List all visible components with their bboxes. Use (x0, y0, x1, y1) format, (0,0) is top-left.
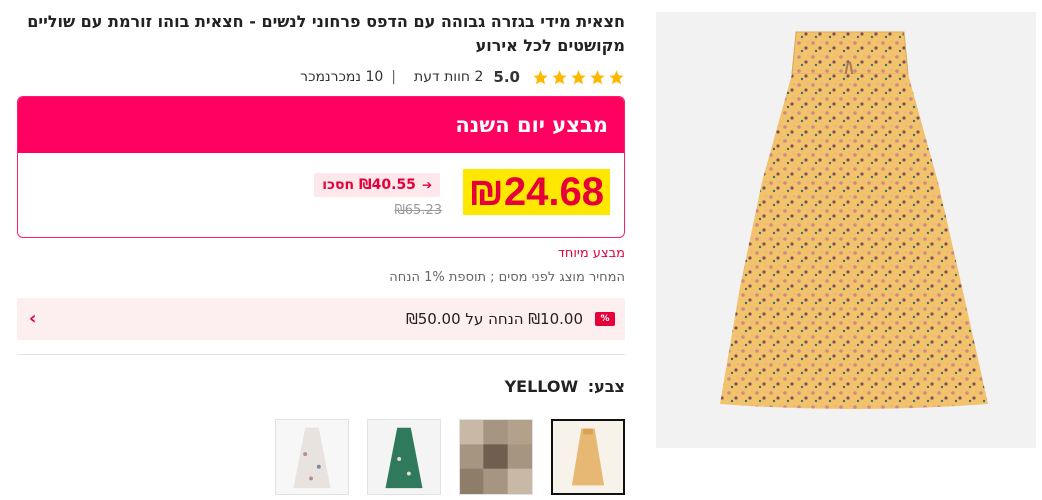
savings-badge: ➔ ₪40.55 חסכו (314, 173, 440, 197)
swatch-brown-plaid[interactable] (459, 419, 533, 495)
divider (17, 354, 625, 355)
product-info: חצאית מידי בגזרה גבוהה עם הדפס פרחוני לנ… (17, 10, 625, 495)
star-icon (571, 69, 586, 84)
star-icon (533, 69, 548, 84)
down-arrow-icon: ➔ (421, 178, 432, 192)
original-price: ₪65.23 (394, 203, 442, 218)
separator: | (391, 69, 397, 85)
tax-note: המחיר מוצג לפני מסים ; תוספת 1% הנחה (389, 270, 625, 285)
star-icon (590, 69, 605, 84)
rating-value: 5.0 (493, 68, 520, 86)
coupon-bar[interactable]: % ₪10.00 הנחה על ₪50.00 › (17, 298, 625, 340)
reviews-link[interactable]: 2 חוות דעת (414, 69, 483, 85)
rating-stars[interactable] (532, 69, 625, 86)
special-deal-label: מבצע מיוחד (557, 246, 625, 261)
sold-count: 10 נמכרנמכר (300, 69, 384, 85)
swatch-yellow[interactable] (551, 419, 625, 495)
deal-title: מבצע יום השנה (455, 113, 608, 137)
color-value: YELLOW (504, 377, 579, 396)
color-selector-label: צבע: YELLOW (17, 377, 625, 399)
current-price: ₪24.68 (462, 169, 610, 215)
savings-amount: ₪40.55 חסכו (322, 177, 416, 193)
star-icon (552, 69, 567, 84)
swatch-green[interactable] (367, 419, 441, 495)
deal-body: ₪24.68 ➔ ₪40.55 חסכו ₪65.23 (18, 153, 624, 237)
color-label: צבע: (587, 377, 625, 396)
anniversary-deal-box: מבצע יום השנה ₪24.68 ➔ ₪40.55 חסכו ₪65.2… (17, 96, 625, 238)
main-product-image[interactable] (656, 12, 1036, 448)
chevron-right-icon[interactable]: › (29, 308, 36, 329)
swatch-white-floral[interactable] (275, 419, 349, 495)
deal-header: מבצע יום השנה (18, 97, 624, 153)
star-icon (609, 69, 624, 84)
coupon-text: ₪10.00 הנחה על ₪50.00 (405, 310, 583, 328)
color-swatches (17, 419, 625, 495)
discount-tag-icon: % (595, 312, 615, 326)
rating-row: 5.0 2 חוות דעת | 10 נמכרנמכר (17, 66, 625, 88)
product-title: חצאית מידי בגזרה גבוהה עם הדפס פרחוני לנ… (27, 12, 625, 55)
